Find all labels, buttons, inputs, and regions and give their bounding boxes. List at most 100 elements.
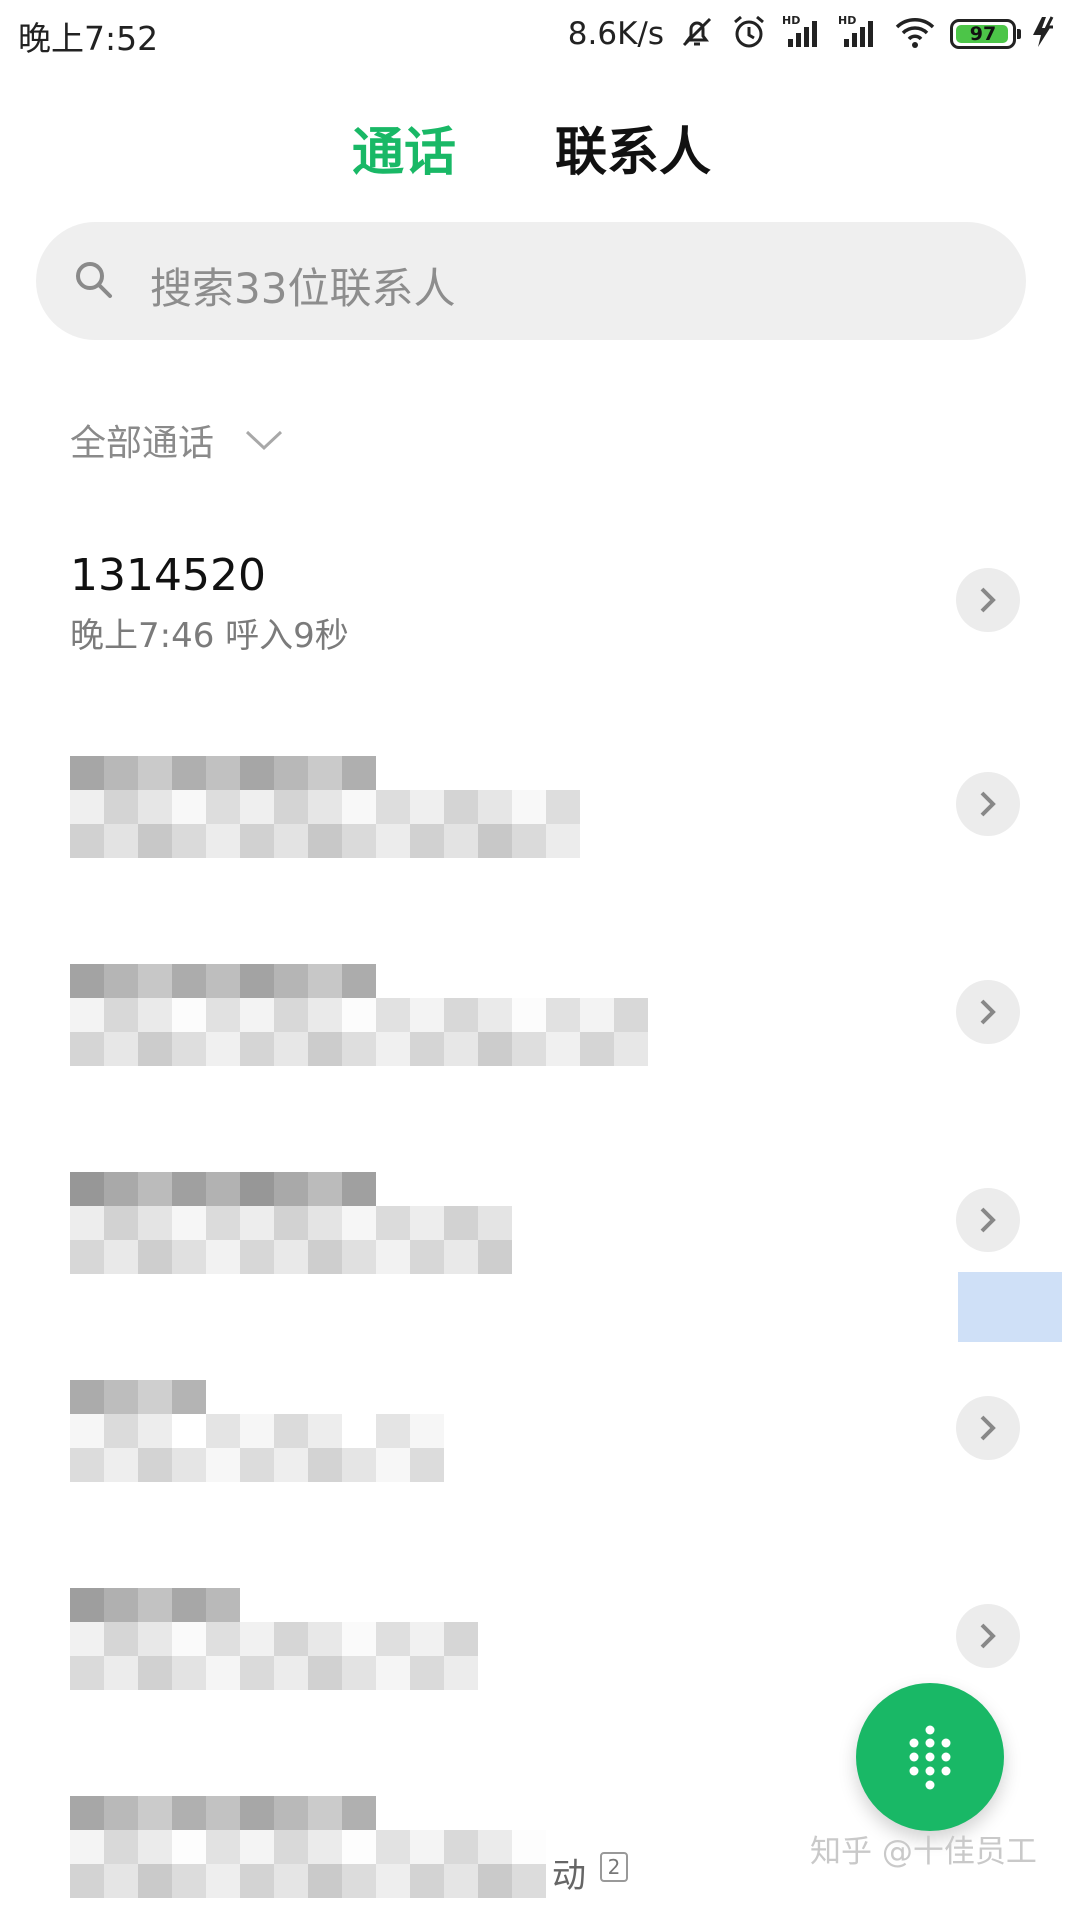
mosaic-cell: [104, 1864, 138, 1898]
search-input[interactable]: 搜索33位联系人: [36, 222, 1026, 340]
mosaic-cell: [580, 790, 614, 824]
mosaic-cell: [410, 756, 444, 790]
mosaic-cell: [546, 1796, 580, 1830]
call-details-button[interactable]: [956, 1604, 1020, 1668]
mosaic-cell: [342, 756, 376, 790]
mosaic-cell: [614, 1414, 648, 1448]
mosaic-cell: [444, 1172, 478, 1206]
mosaic-cell: [682, 1032, 716, 1066]
mosaic-cell: [716, 1240, 750, 1274]
mosaic-cell: [104, 1448, 138, 1482]
mosaic-cell: [138, 1656, 172, 1690]
redacted-content: [70, 1172, 750, 1274]
chevron-right-icon: [980, 1207, 996, 1233]
mosaic-cell: [648, 1656, 682, 1690]
mosaic-cell: [614, 1448, 648, 1482]
mosaic-cell: [580, 998, 614, 1032]
mosaic-cell: [716, 1172, 750, 1206]
mosaic-cell: [70, 1830, 104, 1864]
mosaic-cell: [614, 790, 648, 824]
call-details-button[interactable]: [956, 980, 1020, 1044]
mosaic-cell: [308, 1380, 342, 1414]
mosaic-cell: [444, 790, 478, 824]
svg-text:HD: HD: [838, 14, 856, 27]
mosaic-cell: [138, 756, 172, 790]
mosaic-cell: [648, 1414, 682, 1448]
call-log-row-blurred[interactable]: [0, 950, 1080, 1156]
mosaic-cell: [342, 1206, 376, 1240]
call-log-row-blurred[interactable]: [0, 742, 1080, 948]
mosaic-cell: [478, 756, 512, 790]
mosaic-cell: [580, 1206, 614, 1240]
mosaic-cell: [172, 1032, 206, 1066]
mosaic-cell: [478, 964, 512, 998]
mosaic-cell: [308, 1796, 342, 1830]
mosaic-cell: [682, 1622, 716, 1656]
mosaic-cell: [240, 1864, 274, 1898]
mosaic-cell: [240, 1656, 274, 1690]
tab-contacts[interactable]: 联系人: [555, 110, 711, 185]
mosaic-cell: [240, 1414, 274, 1448]
mosaic-cell: [206, 790, 240, 824]
mosaic-cell: [444, 1588, 478, 1622]
mosaic-cell: [546, 1240, 580, 1274]
mosaic-cell: [70, 1864, 104, 1898]
mosaic-cell: [104, 1622, 138, 1656]
call-details-button[interactable]: [956, 1188, 1020, 1252]
mosaic-cell: [512, 1032, 546, 1066]
mosaic-cell: [342, 1830, 376, 1864]
mosaic-cell: [274, 1032, 308, 1066]
mosaic-cell: [546, 1588, 580, 1622]
mosaic-cell: [138, 1830, 172, 1864]
mosaic-cell: [614, 1032, 648, 1066]
mosaic-cell: [716, 1864, 750, 1898]
mosaic-cell: [138, 1448, 172, 1482]
call-details-button[interactable]: [956, 772, 1020, 836]
mosaic-cell: [104, 756, 138, 790]
partial-row-text: 动: [552, 1856, 586, 1896]
mosaic-cell: [206, 1414, 240, 1448]
mosaic-cell: [716, 1588, 750, 1622]
redacted-content: [70, 964, 750, 1066]
network-speed: 8.6K/s: [567, 16, 664, 52]
call-filter-dropdown[interactable]: 全部通话: [70, 410, 284, 470]
mosaic-cell: [512, 1796, 546, 1830]
mosaic-cell: [206, 1830, 240, 1864]
mosaic-cell: [240, 1622, 274, 1656]
mosaic-cell: [716, 824, 750, 858]
mosaic-cell: [274, 824, 308, 858]
mosaic-cell: [478, 1448, 512, 1482]
mosaic-cell: [614, 1172, 648, 1206]
mosaic-cell: [580, 1032, 614, 1066]
call-log-row-blurred[interactable]: [0, 1366, 1080, 1572]
mosaic-cell: [308, 1448, 342, 1482]
dialpad-button[interactable]: [856, 1683, 1004, 1831]
hd-signal-icon: HD: [838, 13, 880, 55]
mosaic-cell: [308, 790, 342, 824]
mosaic-cell: [682, 1172, 716, 1206]
mosaic-cell: [376, 1448, 410, 1482]
mosaic-cell: [342, 1240, 376, 1274]
mosaic-cell: [614, 1796, 648, 1830]
mosaic-cell: [274, 790, 308, 824]
call-log-row[interactable]: 1314520 晚上7:46 呼入9秒: [0, 540, 1080, 746]
call-details-button[interactable]: [956, 568, 1020, 632]
chevron-down-icon: [245, 430, 283, 451]
call-log-row-blurred[interactable]: [0, 1158, 1080, 1364]
mosaic-cell: [444, 998, 478, 1032]
mosaic-cell: [410, 1796, 444, 1830]
mosaic-cell: [580, 1380, 614, 1414]
mosaic-cell: [546, 1206, 580, 1240]
search-placeholder: 搜索33位联系人: [150, 264, 456, 313]
call-details-button[interactable]: [956, 1396, 1020, 1460]
mosaic-cell: [614, 964, 648, 998]
mosaic-cell: [274, 1414, 308, 1448]
mosaic-cell: [376, 1864, 410, 1898]
tab-calls[interactable]: 通话: [352, 110, 456, 185]
mosaic-cell: [410, 1414, 444, 1448]
mosaic-cell: [410, 790, 444, 824]
mosaic-cell: [682, 964, 716, 998]
mosaic-cell: [648, 1448, 682, 1482]
battery-level: 97: [969, 23, 997, 45]
mosaic-cell: [410, 1656, 444, 1690]
